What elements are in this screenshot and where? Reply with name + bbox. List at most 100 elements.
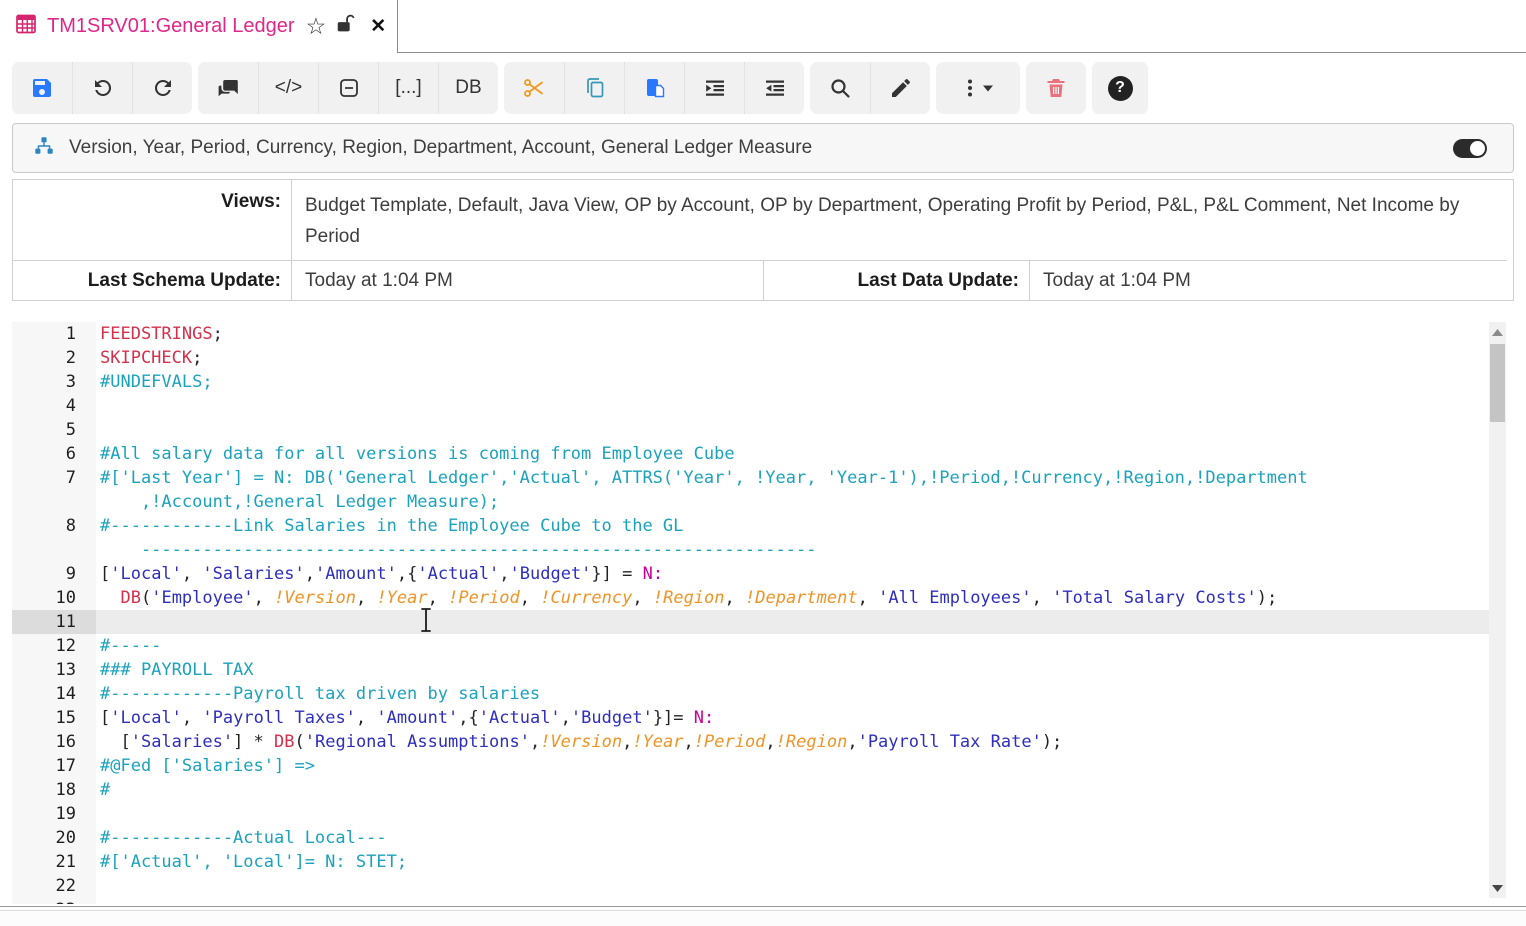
code-line[interactable]: 21#['Actual', 'Local']= N: STET; — [12, 850, 1506, 874]
code-line[interactable]: 18# — [12, 778, 1506, 802]
code-line[interactable]: 14#------------Payroll tax driven by sal… — [12, 682, 1506, 706]
code-line-content[interactable] — [96, 418, 1506, 442]
code-line[interactable]: 12#----- — [12, 634, 1506, 658]
more-options-button[interactable] — [936, 62, 1020, 114]
code-line[interactable]: 16 ['Salaries'] * DB('Regional Assumptio… — [12, 730, 1506, 754]
toolbar-group — [936, 62, 1020, 114]
code-line-content[interactable]: #------------Payroll tax driven by salar… — [96, 682, 1506, 706]
code-line-content[interactable]: ['Local', 'Salaries','Amount',{'Actual',… — [96, 562, 1506, 586]
cube-tab[interactable]: TM1SRV01:General Ledger ☆ ✕ — [0, 0, 398, 53]
code-line-content[interactable] — [96, 898, 1506, 904]
line-number: 20 — [12, 826, 96, 850]
code-line-content[interactable] — [96, 610, 1506, 634]
line-number: 2 — [12, 346, 96, 370]
db-button[interactable]: DB — [438, 62, 498, 114]
line-number: 12 — [12, 634, 96, 658]
line-number: 8 — [12, 514, 96, 562]
code-line[interactable]: 15['Local', 'Payroll Taxes', 'Amount',{'… — [12, 706, 1506, 730]
code-line[interactable]: 22 — [12, 874, 1506, 898]
code-line[interactable]: 6#All salary data for all versions is co… — [12, 442, 1506, 466]
scroll-thumb[interactable] — [1490, 344, 1505, 422]
code-button[interactable]: </> — [258, 62, 318, 114]
visibility-toggle[interactable] — [1453, 139, 1487, 158]
code-line[interactable]: 23 — [12, 898, 1506, 904]
line-number: 3 — [12, 370, 96, 394]
toolbar-group: ? — [1092, 62, 1148, 114]
redo-button[interactable] — [132, 62, 192, 114]
line-number: 6 — [12, 442, 96, 466]
code-line-content[interactable] — [96, 802, 1506, 826]
code-line[interactable]: 1FEEDSTRINGS; — [12, 322, 1506, 346]
code-line-content[interactable]: ['Local', 'Payroll Taxes', 'Amount',{'Ac… — [96, 706, 1506, 730]
code-line[interactable]: 4 — [12, 394, 1506, 418]
close-icon[interactable]: ✕ — [370, 15, 386, 38]
toggle-knob — [1470, 141, 1485, 156]
unlock-icon[interactable] — [335, 13, 357, 40]
code-line[interactable]: 8#------------Link Salaries in the Emplo… — [12, 514, 1506, 562]
code-line[interactable]: 5 — [12, 418, 1506, 442]
code-line-content[interactable]: #------------Actual Local--- — [96, 826, 1506, 850]
last-data-update-label: Last Data Update: — [763, 260, 1029, 300]
code-line-content[interactable]: # — [96, 778, 1506, 802]
help-button[interactable]: ? — [1092, 62, 1148, 114]
line-number: 4 — [12, 394, 96, 418]
code-line-content[interactable] — [96, 394, 1506, 418]
code-line-content[interactable]: FEEDSTRINGS; — [96, 322, 1506, 346]
vertical-scrollbar[interactable] — [1489, 322, 1506, 898]
code-line-content[interactable]: #['Last Year'] = N: DB('General Ledger',… — [96, 466, 1506, 514]
comment-button[interactable] — [198, 62, 258, 114]
edit-button[interactable] — [870, 62, 930, 114]
tab-bar: TM1SRV01:General Ledger ☆ ✕ — [0, 0, 1526, 53]
rule-editor[interactable]: 1FEEDSTRINGS;2SKIPCHECK;3#UNDEFVALS;456#… — [12, 316, 1506, 904]
db-text-icon: DB — [455, 77, 481, 99]
code-line[interactable]: 17#@Fed ['Salaries'] => — [12, 754, 1506, 778]
code-line[interactable]: 11 — [12, 610, 1506, 634]
code-line-content[interactable]: ### PAYROLL TAX — [96, 658, 1506, 682]
line-number: 23 — [12, 898, 96, 904]
code-line-content[interactable] — [96, 874, 1506, 898]
trash-icon — [1044, 76, 1068, 100]
code-line-content[interactable]: #['Actual', 'Local']= N: STET; — [96, 850, 1506, 874]
cut-button[interactable] — [504, 62, 564, 114]
code-line[interactable]: 13### PAYROLL TAX — [12, 658, 1506, 682]
code-line-content[interactable]: DB('Employee', !Version, !Year, !Period,… — [96, 586, 1506, 610]
save-button[interactable] — [12, 62, 72, 114]
code-line-content[interactable]: #@Fed ['Salaries'] => — [96, 754, 1506, 778]
dimension-list: Version, Year, Period, Currency, Region,… — [69, 137, 1439, 159]
delete-button[interactable] — [1026, 62, 1086, 114]
scroll-down-button[interactable] — [1489, 880, 1506, 896]
last-schema-update-value: Today at 1:04 PM — [291, 260, 763, 300]
code-line[interactable]: 10 DB('Employee', !Version, !Year, !Peri… — [12, 586, 1506, 610]
copy-button[interactable] — [564, 62, 624, 114]
indent-button[interactable] — [684, 62, 744, 114]
search-button[interactable] — [810, 62, 870, 114]
code-line[interactable]: 9['Local', 'Salaries','Amount',{'Actual'… — [12, 562, 1506, 586]
code-line-content[interactable]: #All salary data for all versions is com… — [96, 442, 1506, 466]
pencil-icon — [889, 76, 913, 100]
horizontal-scrollbar[interactable] — [0, 910, 1526, 926]
ellipsis-text-icon: [...] — [395, 77, 421, 99]
indent-icon — [703, 76, 727, 100]
code-line[interactable]: 20#------------Actual Local--- — [12, 826, 1506, 850]
code-line[interactable]: 2SKIPCHECK; — [12, 346, 1506, 370]
favorite-star-icon[interactable]: ☆ — [306, 15, 327, 38]
code-line-content[interactable]: #UNDEFVALS; — [96, 370, 1506, 394]
ellipsis-button[interactable]: [...] — [378, 62, 438, 114]
line-number: 13 — [12, 658, 96, 682]
code-line-content[interactable]: SKIPCHECK; — [96, 346, 1506, 370]
code-line[interactable]: 7#['Last Year'] = N: DB('General Ledger'… — [12, 466, 1506, 514]
paste-button[interactable] — [624, 62, 684, 114]
code-line-content[interactable]: #----- — [96, 634, 1506, 658]
outdent-button[interactable] — [744, 62, 804, 114]
line-number: 1 — [12, 322, 96, 346]
collapse-button[interactable] — [318, 62, 378, 114]
code-line[interactable]: 3#UNDEFVALS; — [12, 370, 1506, 394]
scroll-up-button[interactable] — [1489, 324, 1506, 340]
code-line-content[interactable]: ['Salaries'] * DB('Regional Assumptions'… — [96, 730, 1506, 754]
code-line[interactable]: 19 — [12, 802, 1506, 826]
undo-button[interactable] — [72, 62, 132, 114]
line-number: 17 — [12, 754, 96, 778]
editor-bottom-divider — [0, 906, 1526, 907]
views-label: Views: — [13, 180, 291, 260]
code-line-content[interactable]: #------------Link Salaries in the Employ… — [96, 514, 1506, 562]
